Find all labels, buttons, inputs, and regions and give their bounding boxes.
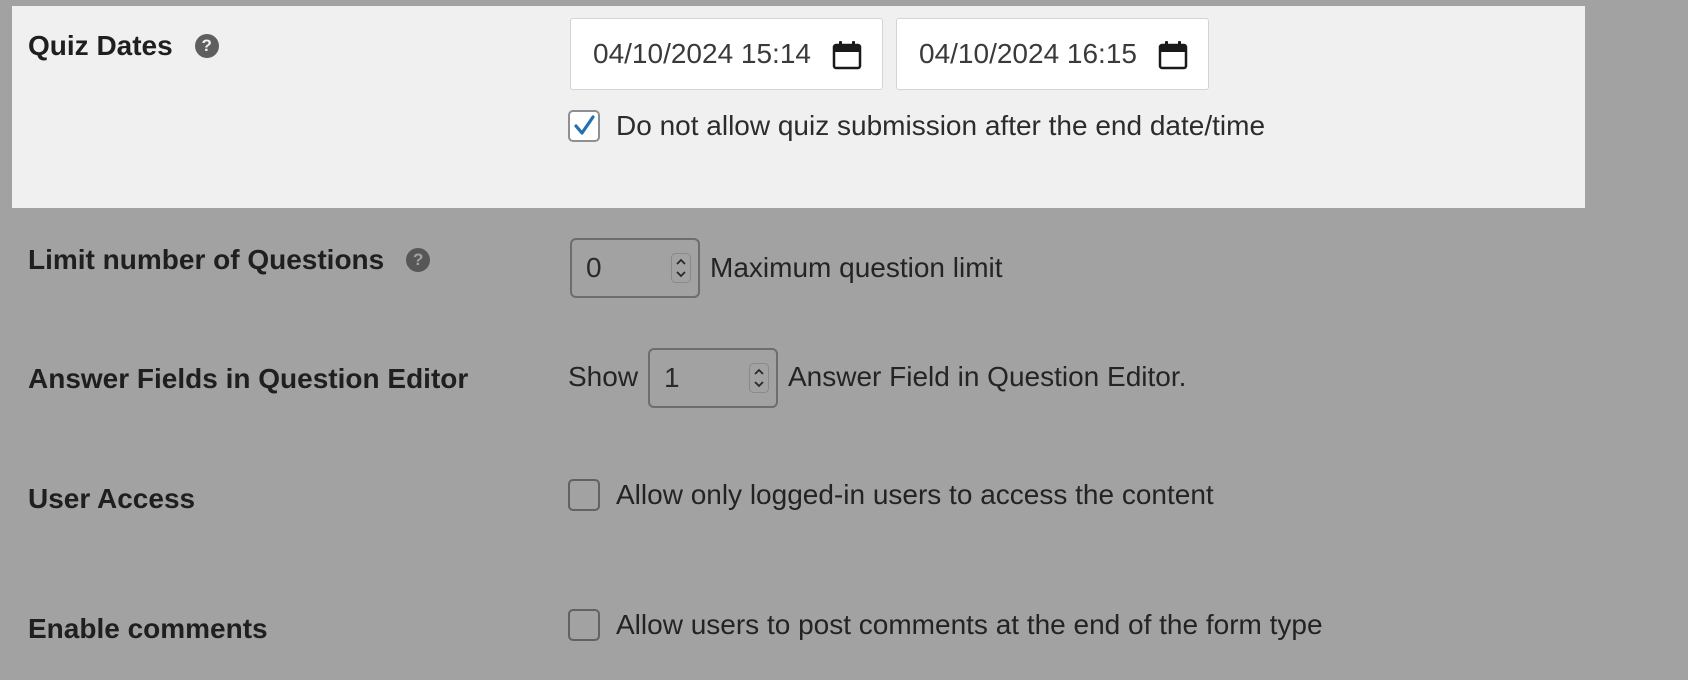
enable-comments-label-text: Enable comments [28,613,268,644]
end-date-value: 04/10/2024 16:15 [919,38,1137,69]
answer-fields-input[interactable]: 1 [648,348,778,408]
checkmark-icon [574,115,595,135]
answer-fields-value: 1 [664,362,680,393]
calendar-icon[interactable] [1158,40,1188,70]
restrict-submission-label: Do not allow quiz submission after the e… [616,110,1266,141]
enable-comments-checkbox[interactable] [568,609,600,641]
limit-questions-label: Limit number of Questions ? [28,244,431,276]
calendar-icon[interactable] [832,40,862,70]
end-date-input[interactable]: 04/10/2024 16:15 [896,18,1209,90]
enable-comments-checkbox-label: Allow users to post comments at the end … [616,609,1323,640]
start-date-value: 04/10/2024 15:14 [593,38,811,69]
start-date-input[interactable]: 04/10/2024 15:14 [570,18,883,90]
answer-fields-suffix: Answer Field in Question Editor. [788,361,1187,392]
answer-fields-prefix: Show [568,361,639,392]
enable-comments-label: Enable comments [28,613,268,645]
answer-fields-label-text: Answer Fields in Question Editor [28,363,469,394]
limit-questions-input[interactable]: 0 [570,238,700,298]
limit-questions-value: 0 [586,252,602,283]
limit-questions-suffix: Maximum question limit [710,252,1003,283]
user-access-label: User Access [28,483,195,515]
spinner-arrows-icon[interactable] [749,363,769,393]
help-icon[interactable]: ? [406,248,431,272]
restrict-submission-checkbox[interactable] [568,110,600,142]
user-access-checkbox[interactable] [568,479,600,511]
spinner-arrows-icon[interactable] [671,253,691,283]
help-icon[interactable]: ? [194,34,219,58]
user-access-checkbox-label: Allow only logged-in users to access the… [616,479,1214,510]
user-access-label-text: User Access [28,483,196,514]
quiz-dates-label: Quiz Dates ? [28,30,219,62]
quiz-dates-label-text: Quiz Dates [28,30,173,61]
limit-questions-label-text: Limit number of Questions [28,244,385,275]
answer-fields-label: Answer Fields in Question Editor [28,363,468,395]
